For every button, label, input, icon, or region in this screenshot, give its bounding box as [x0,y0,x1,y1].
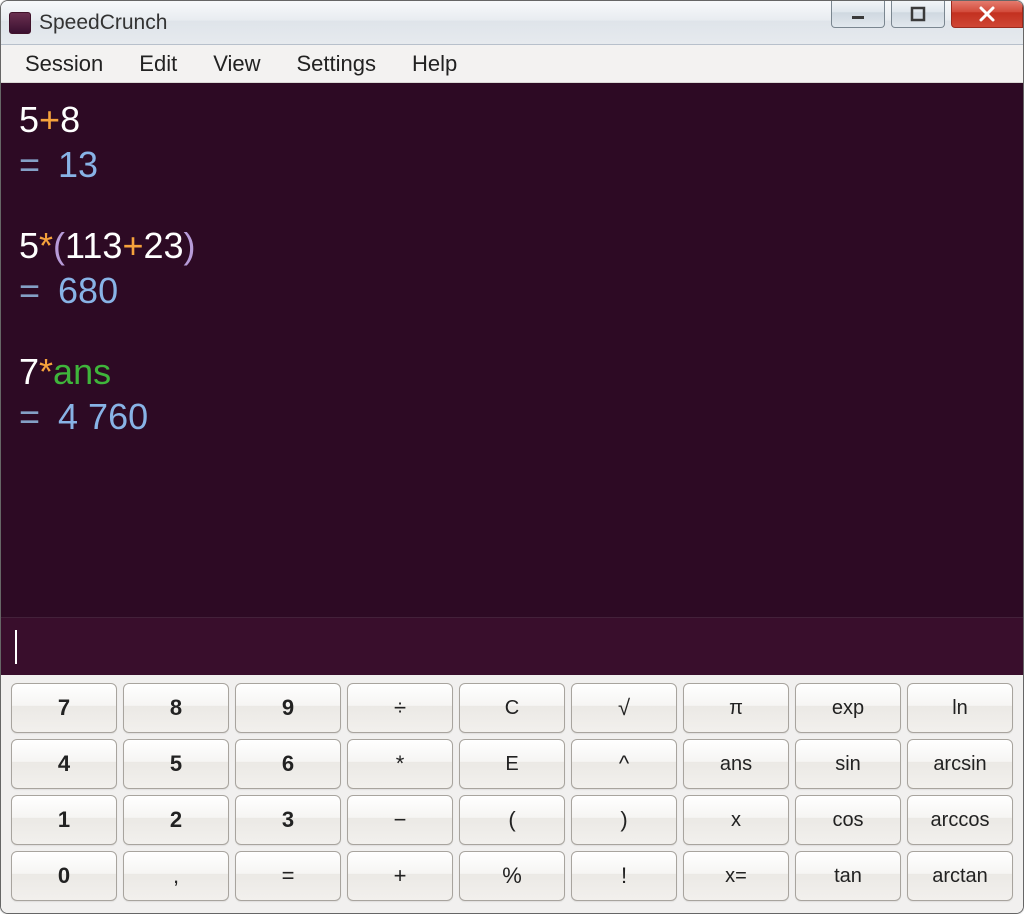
close-icon [977,4,997,24]
key-comma[interactable]: , [123,851,229,901]
key-rparen[interactable]: ) [571,795,677,845]
expr-token: 7 [19,351,39,392]
display-area: 5+8= 135*(113+23)= 6807*ans= 4 760 [1,83,1023,675]
titlebar[interactable]: SpeedCrunch [1,1,1023,45]
expr-token: 23 [143,225,183,266]
text-cursor [15,630,17,664]
key-6[interactable]: 6 [235,739,341,789]
key-sqrt[interactable]: √ [571,683,677,733]
input-line[interactable] [1,617,1023,675]
menu-session[interactable]: Session [7,45,121,82]
result-value: 680 [48,270,118,311]
key-8[interactable]: 8 [123,683,229,733]
key-arctan[interactable]: arctan [907,851,1013,901]
key-7[interactable]: 7 [11,683,117,733]
history-entry: 7*ans= 4 760 [19,349,1005,439]
key-arccos[interactable]: arccos [907,795,1013,845]
key-1[interactable]: 1 [11,795,117,845]
expression-line[interactable]: 7*ans [19,349,1005,394]
key-plus[interactable]: + [347,851,453,901]
result-line[interactable]: = 4 760 [19,394,1005,439]
equals-sign: = [19,144,40,185]
key-percent[interactable]: % [459,851,565,901]
result-value: 4 760 [48,396,148,437]
expr-token: 113 [65,225,122,266]
equals-sign: = [19,396,40,437]
history-entry: 5+8= 13 [19,97,1005,187]
expr-token: * [39,351,53,392]
key-cos[interactable]: cos [795,795,901,845]
key-power[interactable]: ^ [571,739,677,789]
key-assign[interactable]: x= [683,851,789,901]
menubar: Session Edit View Settings Help [1,45,1023,83]
menu-settings[interactable]: Settings [279,45,395,82]
expression-line[interactable]: 5+8 [19,97,1005,142]
key-e[interactable]: E [459,739,565,789]
key-3[interactable]: 3 [235,795,341,845]
key-9[interactable]: 9 [235,683,341,733]
key-4[interactable]: 4 [11,739,117,789]
menu-view[interactable]: View [195,45,278,82]
minimize-button[interactable] [831,0,885,28]
result-value: 13 [48,144,98,185]
menu-edit[interactable]: Edit [121,45,195,82]
expr-token: 8 [60,99,80,140]
expr-token: 5 [19,225,39,266]
key-pi[interactable]: π [683,683,789,733]
expr-token: ans [53,351,111,392]
expr-token: ) [184,225,196,266]
expr-token: + [122,225,143,266]
key-tan[interactable]: tan [795,851,901,901]
expr-token: * [39,225,53,266]
result-line[interactable]: = 13 [19,142,1005,187]
minimize-icon [849,5,867,23]
app-icon [9,12,31,34]
keypad: 789÷C√πexpln 456*E^anssinarcsin 123−()xcos… [1,675,1023,913]
history-entry: 5*(113+23)= 680 [19,223,1005,313]
key-ln[interactable]: ln [907,683,1013,733]
maximize-icon [909,5,927,23]
key-factorial[interactable]: ! [571,851,677,901]
app-window: SpeedCrunch Session Edit View Settings H… [0,0,1024,914]
key-clear[interactable]: C [459,683,565,733]
equals-sign: = [19,270,40,311]
expr-token: 5 [19,99,39,140]
key-5[interactable]: 5 [123,739,229,789]
key-2[interactable]: 2 [123,795,229,845]
window-title: SpeedCrunch [39,11,167,35]
key-sin[interactable]: sin [795,739,901,789]
result-line[interactable]: = 680 [19,268,1005,313]
menu-help[interactable]: Help [394,45,475,82]
key-equals[interactable]: = [235,851,341,901]
history: 5+8= 135*(113+23)= 6807*ans= 4 760 [19,97,1005,617]
expr-token: ( [53,225,65,266]
key-arcsin[interactable]: arcsin [907,739,1013,789]
expression-line[interactable]: 5*(113+23) [19,223,1005,268]
maximize-button[interactable] [891,0,945,28]
window-controls [831,1,1023,44]
key-ans[interactable]: ans [683,739,789,789]
key-0[interactable]: 0 [11,851,117,901]
key-lparen[interactable]: ( [459,795,565,845]
key-divide[interactable]: ÷ [347,683,453,733]
close-button[interactable] [951,0,1023,28]
key-multiply[interactable]: * [347,739,453,789]
expr-token: + [39,99,60,140]
key-minus[interactable]: − [347,795,453,845]
key-x[interactable]: x [683,795,789,845]
key-exp[interactable]: exp [795,683,901,733]
